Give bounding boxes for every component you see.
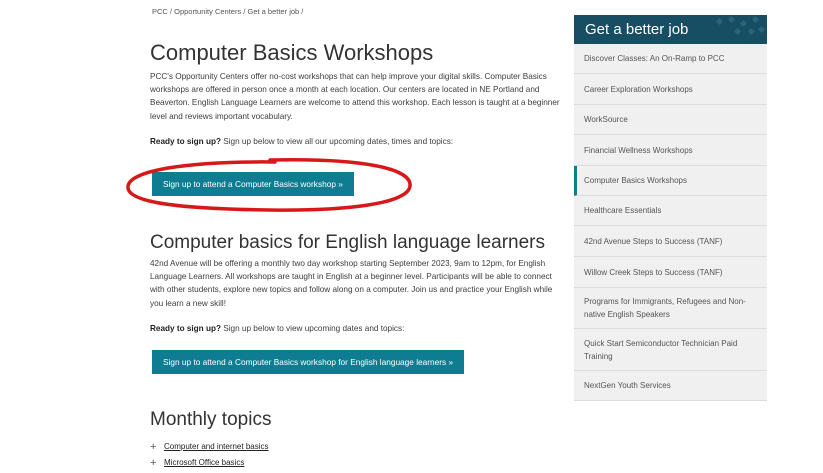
sidebar-item-healthcare-essentials[interactable]: Healthcare Essentials — [574, 196, 767, 226]
monthly-topics-title: Monthly topics — [150, 409, 272, 430]
sidebar-item-nextgen[interactable]: NextGen Youth Services — [574, 371, 767, 401]
main-content: Computer Basics Workshops PCC's Opportun… — [150, 40, 565, 146]
sidebar-item-discover-classes[interactable]: Discover Classes: An On-Ramp to PCC — [574, 44, 767, 74]
sidebar-item-career-exploration[interactable]: Career Exploration Workshops — [574, 74, 767, 105]
ell-section: Computer basics for English language lea… — [150, 232, 565, 333]
sidebar-item-worksource[interactable]: WorkSource — [574, 105, 767, 135]
sidebar-item-immigrants-refugees[interactable]: Programs for Immigrants, Refugees and No… — [574, 288, 767, 329]
topic-link[interactable]: Computer and internet basics — [164, 439, 269, 455]
breadcrumb-pcc[interactable]: PCC — [152, 7, 168, 16]
sidebar-item-quick-start[interactable]: Quick Start Semiconductor Technician Pai… — [574, 329, 767, 371]
signup-prompt-bold: Ready to sign up? — [150, 136, 221, 146]
intro-paragraph: PCC's Opportunity Centers offer no-cost … — [150, 72, 560, 121]
plus-icon[interactable]: + — [150, 439, 157, 455]
breadcrumb: PCC / Opportunity Centers / Get a better… — [152, 7, 303, 16]
decorative-pattern-icon — [715, 15, 766, 36]
sidebar-item-42nd-avenue[interactable]: 42nd Avenue Steps to Success (TANF) — [574, 226, 767, 257]
monthly-topics-section: Monthly topics + Computer and internet b… — [150, 409, 565, 471]
sidebar-title: Get a better job — [585, 21, 689, 38]
sidebar-header: Get a better job — [574, 15, 767, 44]
sidebar-item-financial-wellness[interactable]: Financial Wellness Workshops — [574, 135, 767, 166]
topic-item[interactable]: + Microsoft Office basics — [150, 455, 565, 471]
signup-prompt-text: Sign up below to view all our upcoming d… — [220, 136, 454, 146]
ell-signup-prompt: Ready to sign up? Sign up below to view … — [150, 324, 565, 333]
ell-paragraph: 42nd Avenue will be offering a monthly t… — [150, 259, 553, 308]
breadcrumb-separator: / — [299, 7, 304, 16]
sidebar-nav: Get a better job Discover Classes: An On… — [574, 15, 767, 401]
topics-list: + Computer and internet basics + Microso… — [150, 439, 565, 471]
sidebar-item-willow-creek[interactable]: Willow Creek Steps to Success (TANF) — [574, 257, 767, 288]
ell-signup-prompt-text: Sign up below to view upcoming dates and… — [220, 323, 405, 333]
page-title: Computer Basics Workshops — [150, 40, 434, 65]
topic-item[interactable]: + Computer and internet basics — [150, 439, 565, 455]
topic-link[interactable]: Microsoft Office basics — [164, 455, 244, 471]
breadcrumb-get-a-better-job[interactable]: Get a better job — [248, 7, 300, 16]
signup-ell-button[interactable]: Sign up to attend a Computer Basics work… — [152, 350, 465, 374]
ell-signup-prompt-bold: Ready to sign up? — [150, 323, 221, 333]
signup-prompt: Ready to sign up? Sign up below to view … — [150, 137, 565, 146]
sidebar-item-computer-basics[interactable]: Computer Basics Workshops — [574, 166, 767, 196]
breadcrumb-opportunity-centers[interactable]: Opportunity Centers — [174, 7, 241, 16]
ell-title: Computer basics for English language lea… — [150, 232, 545, 253]
plus-icon[interactable]: + — [150, 455, 157, 471]
signup-computer-basics-button[interactable]: Sign up to attend a Computer Basics work… — [152, 172, 354, 196]
